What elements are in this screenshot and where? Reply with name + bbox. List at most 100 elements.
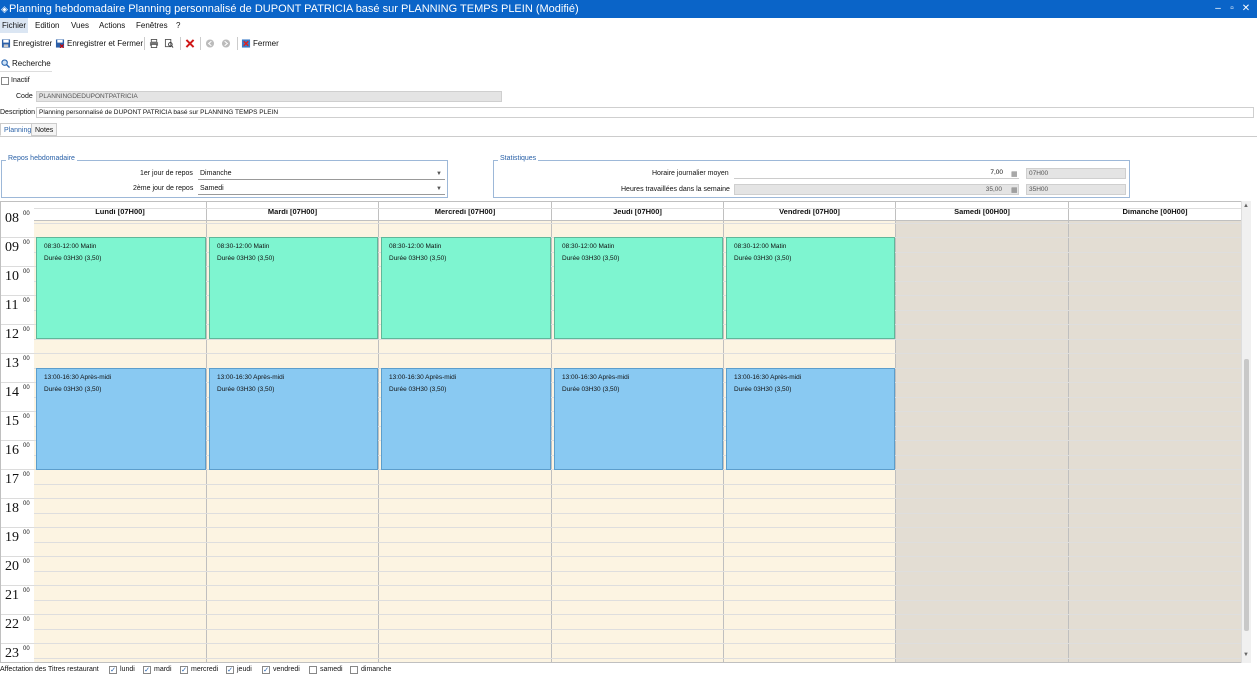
first-rest-dropdown[interactable]: Dimanche ▼ xyxy=(198,168,445,180)
second-rest-label: 2ème jour de repos xyxy=(133,185,194,192)
meal-voucher-day-label: mercredi xyxy=(191,666,219,673)
next-button[interactable] xyxy=(221,36,233,51)
stats-legend: Statistiques xyxy=(498,155,539,162)
minute-label: 00 xyxy=(23,298,30,304)
meal-voucher-checkbox[interactable] xyxy=(350,666,358,674)
delete-button[interactable] xyxy=(185,36,197,51)
hour-number: 10 xyxy=(5,269,19,284)
daily-value-field[interactable]: 7,00 xyxy=(734,168,1019,179)
inactive-checkbox[interactable] xyxy=(1,77,9,85)
first-rest-label: 1er jour de repos xyxy=(140,170,193,177)
day-column[interactable] xyxy=(1069,221,1242,662)
hour-label: 13 00 xyxy=(1,354,34,383)
meal-voucher-checkbox[interactable]: ✓ xyxy=(109,666,117,674)
tab-notes[interactable]: Notes xyxy=(31,123,58,136)
print-button[interactable] xyxy=(149,36,161,51)
shift-title: 13:00-16:30 Après-midi xyxy=(734,374,802,381)
hour-number: 14 xyxy=(5,385,19,400)
minute-label: 00 xyxy=(23,414,30,420)
grid-line xyxy=(34,585,1242,586)
search-button[interactable]: Recherche xyxy=(0,56,52,72)
code-label: Code xyxy=(16,93,33,100)
calculator-icon: ▦ xyxy=(1011,187,1018,194)
print-preview-button[interactable] xyxy=(164,36,176,51)
scrollbar-thumb[interactable] xyxy=(1244,359,1249,631)
shift-duration: Durée 03H30 (3,50) xyxy=(44,255,102,262)
grid-line xyxy=(34,614,1242,615)
scroll-down-icon[interactable]: ▼ xyxy=(1243,652,1249,658)
afternoon-shift-block[interactable]: 13:00-16:30 Après-midi Durée 03H30 (3,50) xyxy=(381,368,551,470)
minute-label: 00 xyxy=(23,588,30,594)
meal-voucher-checkbox[interactable]: ✓ xyxy=(262,666,270,674)
morning-shift-block[interactable]: 08:30-12:00 Matin Durée 03H30 (3,50) xyxy=(554,237,723,339)
previous-button[interactable] xyxy=(205,36,217,51)
close-label: Fermer xyxy=(253,39,279,48)
minute-label: 00 xyxy=(23,530,30,536)
menu-edition[interactable]: Edition xyxy=(33,18,61,33)
second-rest-dropdown[interactable]: Samedi ▼ xyxy=(198,183,445,195)
hour-label: 11 00 xyxy=(1,296,34,325)
toolbar-separator xyxy=(237,37,238,50)
day-header: Mercredi [07H00] xyxy=(379,202,552,221)
menu-fenetres[interactable]: Fenêtres xyxy=(134,18,170,33)
save-close-label: Enregistrer et Fermer xyxy=(67,39,144,48)
minute-label: 00 xyxy=(23,617,30,623)
meal-voucher-checkbox[interactable]: ✓ xyxy=(226,666,234,674)
shift-duration: Durée 03H30 (3,50) xyxy=(389,386,447,393)
meal-voucher-checkbox[interactable] xyxy=(309,666,317,674)
meal-voucher-day-label: dimanche xyxy=(361,666,392,673)
save-button[interactable]: Enregistrer xyxy=(1,36,52,51)
restore-button[interactable]: ▫ xyxy=(1226,0,1238,18)
weekly-schedule-grid: Lundi [07H00] Mardi [07H00] Mercredi [07H0… xyxy=(0,201,1251,663)
afternoon-shift-block[interactable]: 13:00-16:30 Après-midi Durée 03H30 (3,50) xyxy=(209,368,378,470)
morning-shift-block[interactable]: 08:30-12:00 Matin Durée 03H30 (3,50) xyxy=(726,237,895,339)
tab-planning[interactable]: Planning xyxy=(0,123,36,136)
hour-label: 16 00 xyxy=(1,441,34,470)
repos-groupbox: Repos hebdomadaire 1er jour de repos Dim… xyxy=(1,155,448,198)
grid-line xyxy=(34,629,1242,630)
scroll-up-icon[interactable]: ▲ xyxy=(1243,203,1249,209)
minute-label: 00 xyxy=(23,269,30,275)
hour-label: 14 00 xyxy=(1,383,34,412)
code-field[interactable]: PLANNINGDEDUPONTPATRICIA xyxy=(36,91,502,102)
morning-shift-block[interactable]: 08:30-12:00 Matin Durée 03H30 (3,50) xyxy=(36,237,206,339)
morning-shift-block[interactable]: 08:30-12:00 Matin Durée 03H30 (3,50) xyxy=(209,237,378,339)
day-column[interactable] xyxy=(896,221,1069,662)
grid-line xyxy=(34,527,1242,528)
inactive-label: Inactif xyxy=(11,77,30,84)
afternoon-shift-block[interactable]: 13:00-16:30 Après-midi Durée 03H30 (3,50) xyxy=(36,368,206,470)
app-icon: ◈ xyxy=(1,4,8,14)
hour-label: 19 00 xyxy=(1,528,34,557)
grid-line xyxy=(34,208,1242,209)
save-label: Enregistrer xyxy=(13,39,53,48)
toolbar: Enregistrer Enregistrer et Fermer Fermer xyxy=(0,34,1257,53)
vertical-scrollbar[interactable]: ▲ ▼ xyxy=(1241,201,1251,663)
hour-label: 10 00 xyxy=(1,267,34,296)
meal-voucher-bar: Affectation des Titres restaurant ✓ lundi… xyxy=(0,665,1257,675)
meal-voucher-day-label: samedi xyxy=(320,666,343,673)
minute-label: 00 xyxy=(23,559,30,565)
minimize-button[interactable]: – xyxy=(1212,0,1224,18)
shift-duration: Durée 03H30 (3,50) xyxy=(562,386,620,393)
shift-title: 08:30-12:00 Matin xyxy=(734,243,787,250)
menu-fichier[interactable]: Fichier xyxy=(0,18,29,33)
daily-hours-label: Horaire journalier moyen xyxy=(652,170,729,177)
menu-actions[interactable]: Actions xyxy=(97,18,127,33)
shift-title: 13:00-16:30 Après-midi xyxy=(44,374,112,381)
toolbar-separator xyxy=(144,37,145,50)
afternoon-shift-block[interactable]: 13:00-16:30 Après-midi Durée 03H30 (3,50) xyxy=(554,368,723,470)
meal-voucher-checkbox[interactable]: ✓ xyxy=(143,666,151,674)
afternoon-shift-block[interactable]: 13:00-16:30 Après-midi Durée 03H30 (3,50) xyxy=(726,368,895,470)
menu-vues[interactable]: Vues xyxy=(69,18,91,33)
minute-label: 00 xyxy=(23,646,30,652)
save-close-button[interactable]: Enregistrer et Fermer xyxy=(55,36,143,51)
description-field[interactable]: Planning personnalisé de DUPONT PATRICIA… xyxy=(36,107,1254,118)
hour-number: 17 xyxy=(5,472,19,487)
close-window-button[interactable]: ✕ xyxy=(1240,0,1252,18)
meal-voucher-checkbox[interactable]: ✓ xyxy=(180,666,188,674)
menu-help[interactable]: ? xyxy=(174,18,182,33)
morning-shift-block[interactable]: 08:30-12:00 Matin Durée 03H30 (3,50) xyxy=(381,237,551,339)
close-button[interactable]: Fermer xyxy=(241,36,279,51)
minute-label: 00 xyxy=(23,443,30,449)
weekly-hours-label: Heures travaillées dans la semaine xyxy=(621,186,730,193)
